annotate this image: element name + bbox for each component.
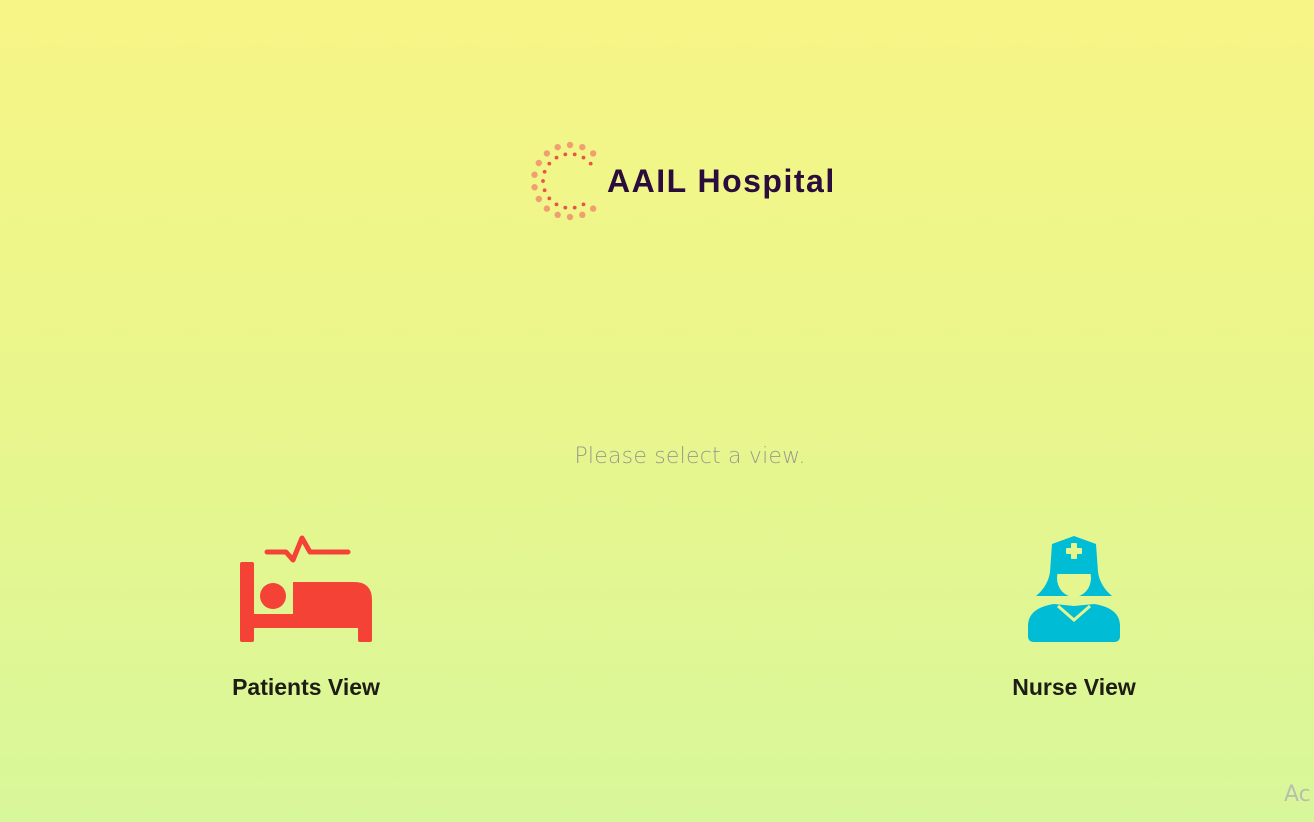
patients-view-label: Patients View [232,674,380,700]
nurse-view-label: Nurse View [1012,674,1136,700]
hospital-bed-patient-icon [240,535,372,642]
brand-header: AAIL Hospital [530,138,836,224]
patients-view-button[interactable]: Patients View [186,530,426,710]
select-view-prompt: Please select a view. [574,444,806,469]
brand-title: AAIL Hospital [607,162,836,199]
nurse-icon [1028,536,1120,642]
nurse-view-button[interactable]: Nurse View [954,530,1194,710]
activate-windows-watermark: Ac [1284,782,1311,807]
dotted-circle-spinner-icon [531,141,597,221]
